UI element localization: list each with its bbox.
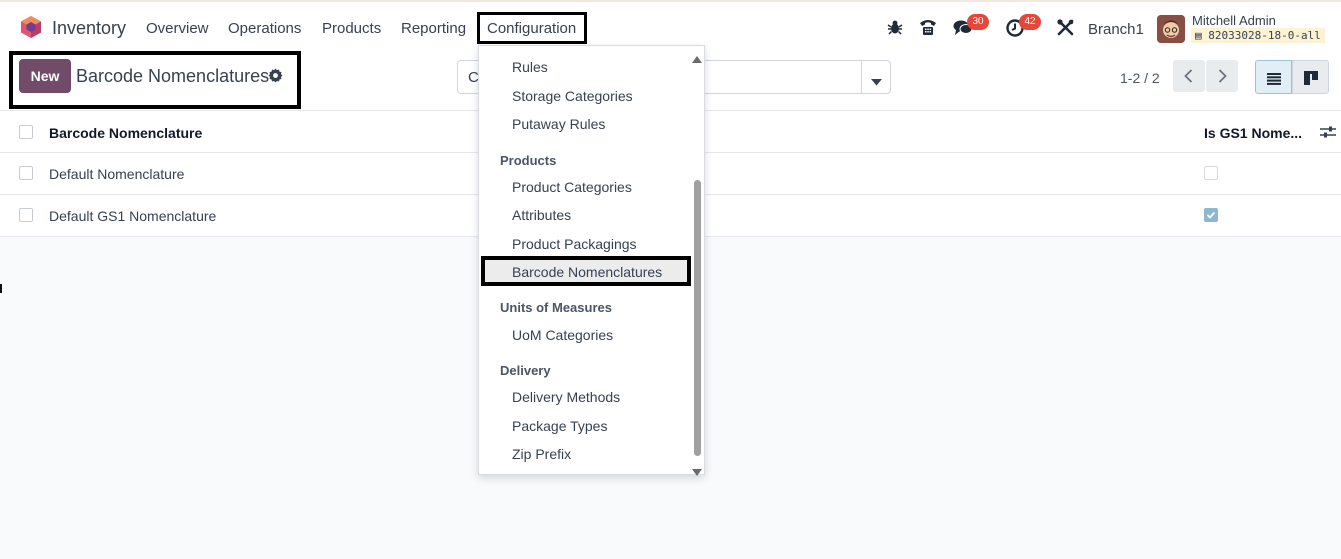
database-icon: ▤ bbox=[1195, 29, 1209, 42]
configuration-dropdown-menu: Rules Storage Categories Putaway Rules P… bbox=[478, 45, 705, 476]
menu-section-delivery: Delivery bbox=[500, 363, 551, 378]
column-header-is-gs1[interactable]: Is GS1 Nome... bbox=[1204, 125, 1302, 141]
menu-item-barcode-nomenclatures[interactable]: Barcode Nomenclatures bbox=[512, 264, 662, 280]
kanban-view-button[interactable] bbox=[1292, 60, 1329, 94]
new-button[interactable]: New bbox=[19, 59, 71, 93]
scroll-up-arrow-icon[interactable] bbox=[692, 50, 702, 66]
caret-down-icon bbox=[871, 73, 882, 89]
user-name[interactable]: Mitchell Admin bbox=[1192, 13, 1276, 28]
page-title: Barcode Nomenclatures bbox=[76, 66, 270, 86]
menu-item-product-packagings[interactable]: Product Packagings bbox=[512, 236, 637, 252]
phone-icon[interactable] bbox=[918, 18, 938, 39]
inventory-app-icon[interactable] bbox=[20, 15, 42, 42]
pager-next-button[interactable] bbox=[1206, 60, 1238, 92]
menu-item-product-categories[interactable]: Product Categories bbox=[512, 179, 632, 195]
search-options-toggle[interactable] bbox=[861, 60, 891, 94]
list-view-icon bbox=[1267, 72, 1281, 88]
row-checkbox[interactable] bbox=[19, 208, 33, 222]
scrollbar-thumb[interactable] bbox=[694, 180, 701, 456]
messages-count-badge: 30 bbox=[967, 14, 989, 30]
tools-icon[interactable] bbox=[1057, 19, 1074, 39]
debug-bug-icon[interactable] bbox=[887, 19, 903, 38]
menu-item-storage-categories[interactable]: Storage Categories bbox=[512, 88, 633, 104]
edge-marker bbox=[0, 284, 2, 293]
menu-section-products: Products bbox=[500, 153, 557, 168]
scroll-down-arrow-icon[interactable] bbox=[692, 463, 702, 479]
menu-section-units-of-measures: Units of Measures bbox=[500, 300, 612, 315]
chevron-right-icon bbox=[1218, 69, 1227, 86]
nav-operations[interactable]: Operations bbox=[228, 20, 301, 37]
nav-products[interactable]: Products bbox=[322, 20, 381, 37]
row-name[interactable]: Default Nomenclature bbox=[49, 166, 184, 182]
nav-overview[interactable]: Overview bbox=[146, 20, 209, 37]
nav-reporting[interactable]: Reporting bbox=[401, 20, 466, 37]
list-view-button[interactable] bbox=[1255, 60, 1292, 94]
optional-columns-sliders-icon[interactable] bbox=[1320, 125, 1336, 142]
pager-previous-button[interactable] bbox=[1173, 60, 1205, 92]
kanban-view-icon bbox=[1304, 71, 1318, 88]
chevron-left-icon bbox=[1184, 69, 1193, 86]
checkmark-icon bbox=[1206, 211, 1216, 219]
database-name: 82033028-18-0-all bbox=[1208, 29, 1321, 42]
top-navbar: Inventory Overview Operations Products R… bbox=[0, 0, 1341, 46]
database-tag: ▤ 82033028-18-0-all bbox=[1191, 28, 1325, 43]
menu-item-delivery-methods[interactable]: Delivery Methods bbox=[512, 389, 620, 405]
activities-count-badge: 42 bbox=[1019, 14, 1041, 30]
menu-item-putaway-rules[interactable]: Putaway Rules bbox=[512, 116, 605, 132]
row-name[interactable]: Default GS1 Nomenclature bbox=[49, 208, 216, 224]
menu-item-rules[interactable]: Rules bbox=[512, 59, 548, 75]
is-gs1-checkbox bbox=[1204, 208, 1218, 222]
menu-item-zip-prefix[interactable]: Zip Prefix bbox=[512, 446, 571, 462]
menu-item-attributes[interactable]: Attributes bbox=[512, 207, 571, 223]
user-avatar[interactable] bbox=[1157, 15, 1185, 43]
app-name[interactable]: Inventory bbox=[52, 18, 126, 39]
row-checkbox[interactable] bbox=[19, 166, 33, 180]
pager-value[interactable]: 1-2 / 2 bbox=[1120, 70, 1160, 86]
menu-item-uom-categories[interactable]: UoM Categories bbox=[512, 327, 613, 343]
is-gs1-checkbox bbox=[1204, 166, 1218, 180]
gear-icon[interactable] bbox=[268, 68, 283, 86]
branch-switcher[interactable]: Branch1 bbox=[1088, 21, 1144, 38]
column-header-barcode-nomenclature[interactable]: Barcode Nomenclature bbox=[49, 125, 202, 141]
select-all-checkbox[interactable] bbox=[19, 125, 33, 139]
nav-configuration[interactable]: Configuration bbox=[487, 20, 576, 37]
menu-item-package-types[interactable]: Package Types bbox=[512, 418, 607, 434]
